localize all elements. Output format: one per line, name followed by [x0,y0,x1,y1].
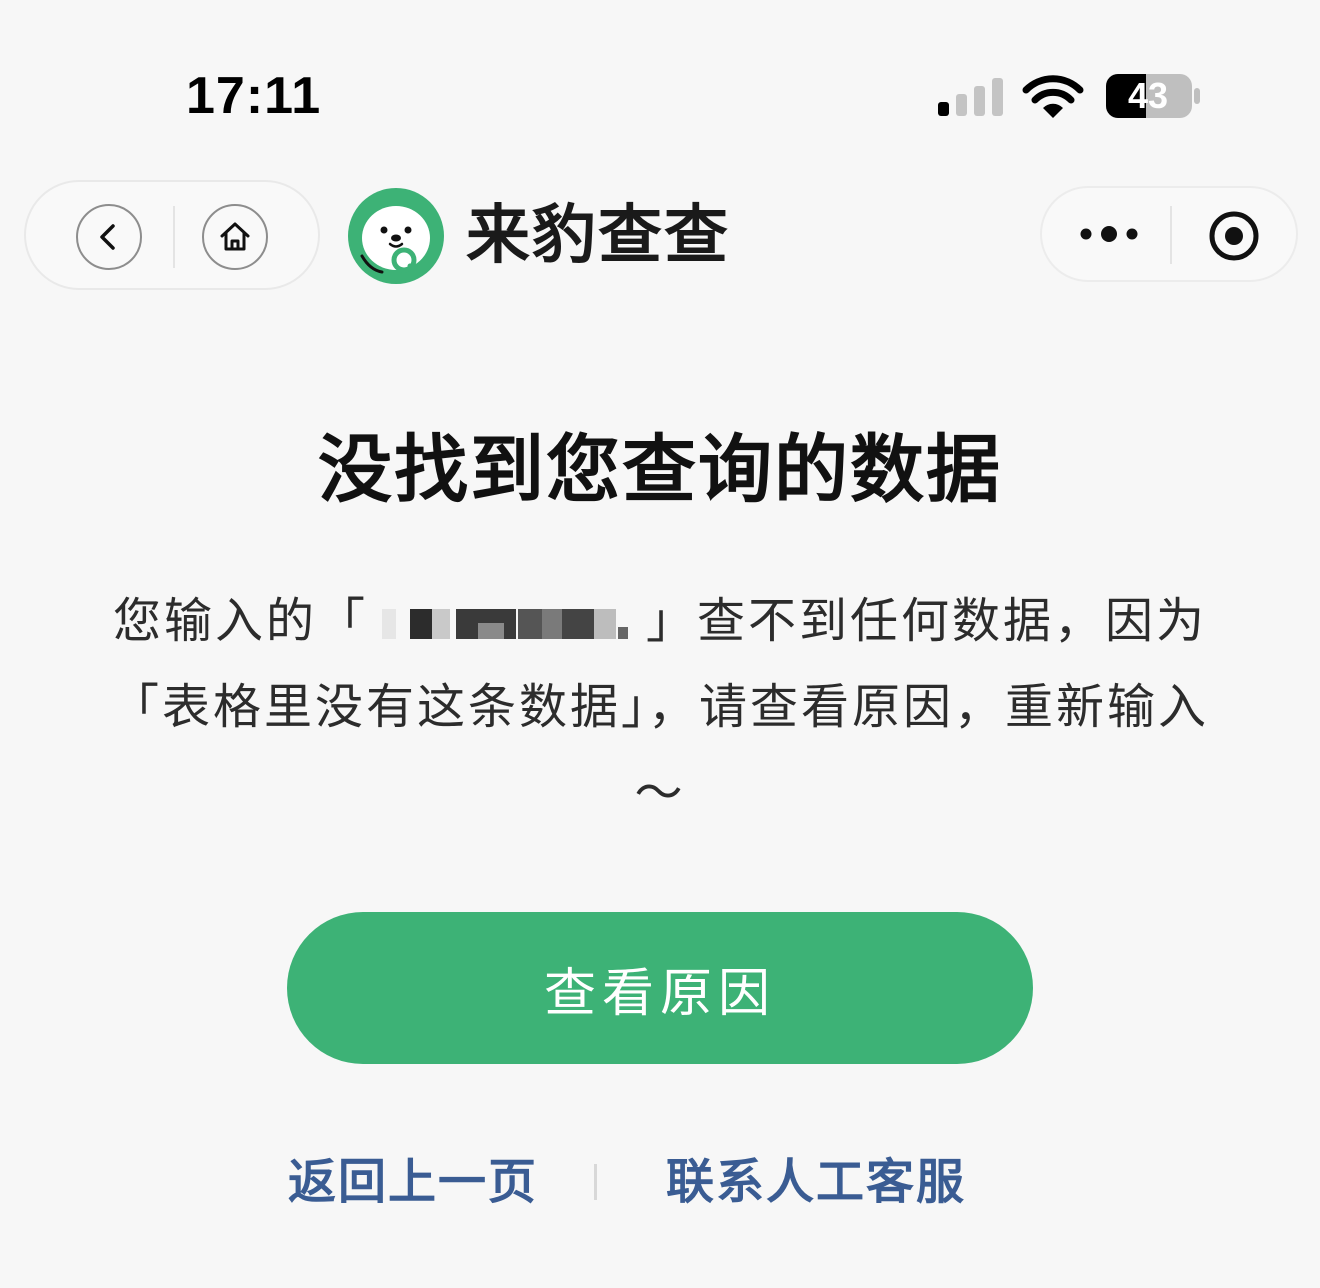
page-title: 没找到您查询的数据 [318,427,1002,513]
seal-logo-icon [348,188,444,284]
mini-program-capsule [1040,186,1298,282]
battery-icon: 43 [1104,72,1202,120]
link-divider [594,1164,597,1200]
error-message: 您输入的「 」查不到任何数据，因为「表格里没有这条数据」，请查看原因，重新输入～ [100,578,1220,836]
back-button[interactable] [76,204,142,270]
more-dots-icon[interactable] [1078,218,1140,250]
contact-service-link[interactable]: 联系人工客服 [666,1152,966,1212]
message-prefix: 您输入的「 [112,593,368,649]
home-button[interactable] [202,204,268,270]
cellular-signal-icon [938,78,1003,116]
nav-capsule-left [24,180,320,290]
battery-level: 43 [1127,75,1169,116]
target-icon[interactable] [1208,210,1260,262]
back-link[interactable]: 返回上一页 [288,1152,538,1212]
chevron-left-icon [100,224,115,250]
view-reason-button[interactable]: 查看原因 [287,912,1033,1064]
masked-query-value [372,599,642,643]
capsule-divider [1170,206,1172,264]
wifi-icon [1022,75,1084,118]
home-icon [220,222,250,251]
brand-name: 来豹查查 [466,199,730,273]
status-time: 17:11 [186,67,322,125]
nav-divider [173,206,175,268]
